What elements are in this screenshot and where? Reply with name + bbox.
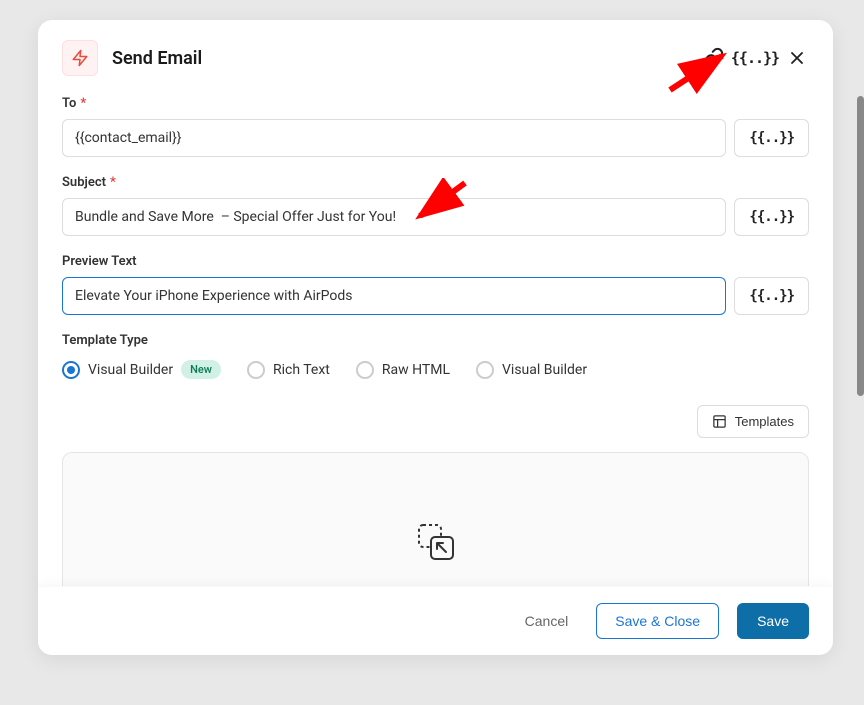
modal-body: To* {{..}} Subject* {{..}} Preview Text … xyxy=(38,86,833,586)
to-vars-button[interactable]: {{..}} xyxy=(734,119,809,157)
preview-text-group: Preview Text {{..}} xyxy=(62,254,809,315)
subject-vars-button[interactable]: {{..}} xyxy=(734,198,809,236)
radio-visual-builder[interactable]: Visual Builder xyxy=(476,361,587,379)
subject-input[interactable] xyxy=(62,198,726,236)
template-type-group: Template Type Visual Builder New Rich Te… xyxy=(62,333,809,379)
to-input[interactable] xyxy=(62,119,726,157)
send-email-modal: Send Email {{..}} To* {{..}} Subject* {{… xyxy=(38,20,833,655)
templates-button[interactable]: Templates xyxy=(697,405,809,438)
template-type-radios: Visual Builder New Rich Text Raw HTML Vi… xyxy=(62,360,809,379)
save-close-button[interactable]: Save & Close xyxy=(596,603,719,639)
subject-label: Subject* xyxy=(62,175,809,190)
header-actions: {{..}} xyxy=(701,46,809,70)
cancel-button[interactable]: Cancel xyxy=(515,605,579,637)
to-group: To* {{..}} xyxy=(62,96,809,157)
radio-circle xyxy=(476,361,494,379)
radio-circle xyxy=(356,361,374,379)
templates-icon xyxy=(712,414,727,429)
save-button[interactable]: Save xyxy=(737,603,809,639)
new-badge: New xyxy=(181,360,221,379)
builder-area[interactable] xyxy=(62,452,809,586)
template-type-label: Template Type xyxy=(62,333,809,348)
preview-text-label: Preview Text xyxy=(62,254,809,269)
variables-icon[interactable]: {{..}} xyxy=(743,46,767,70)
radio-circle xyxy=(247,361,265,379)
radio-circle xyxy=(62,361,80,379)
close-icon[interactable] xyxy=(785,46,809,70)
modal-footer: Cancel Save & Close Save xyxy=(38,586,833,655)
radio-visual-builder-new[interactable]: Visual Builder New xyxy=(62,360,221,379)
scrollbar[interactable] xyxy=(857,96,864,396)
subject-group: Subject* {{..}} xyxy=(62,175,809,236)
radio-raw-html[interactable]: Raw HTML xyxy=(356,361,450,379)
builder-insert-icon xyxy=(416,522,456,562)
link-icon[interactable] xyxy=(701,46,725,70)
modal-header: Send Email {{..}} xyxy=(38,20,833,86)
modal-title: Send Email xyxy=(112,48,701,69)
preview-text-input[interactable] xyxy=(62,277,726,315)
radio-rich-text[interactable]: Rich Text xyxy=(247,361,330,379)
to-label: To* xyxy=(62,96,809,111)
preview-text-vars-button[interactable]: {{..}} xyxy=(734,277,809,315)
lightning-icon xyxy=(62,40,98,76)
